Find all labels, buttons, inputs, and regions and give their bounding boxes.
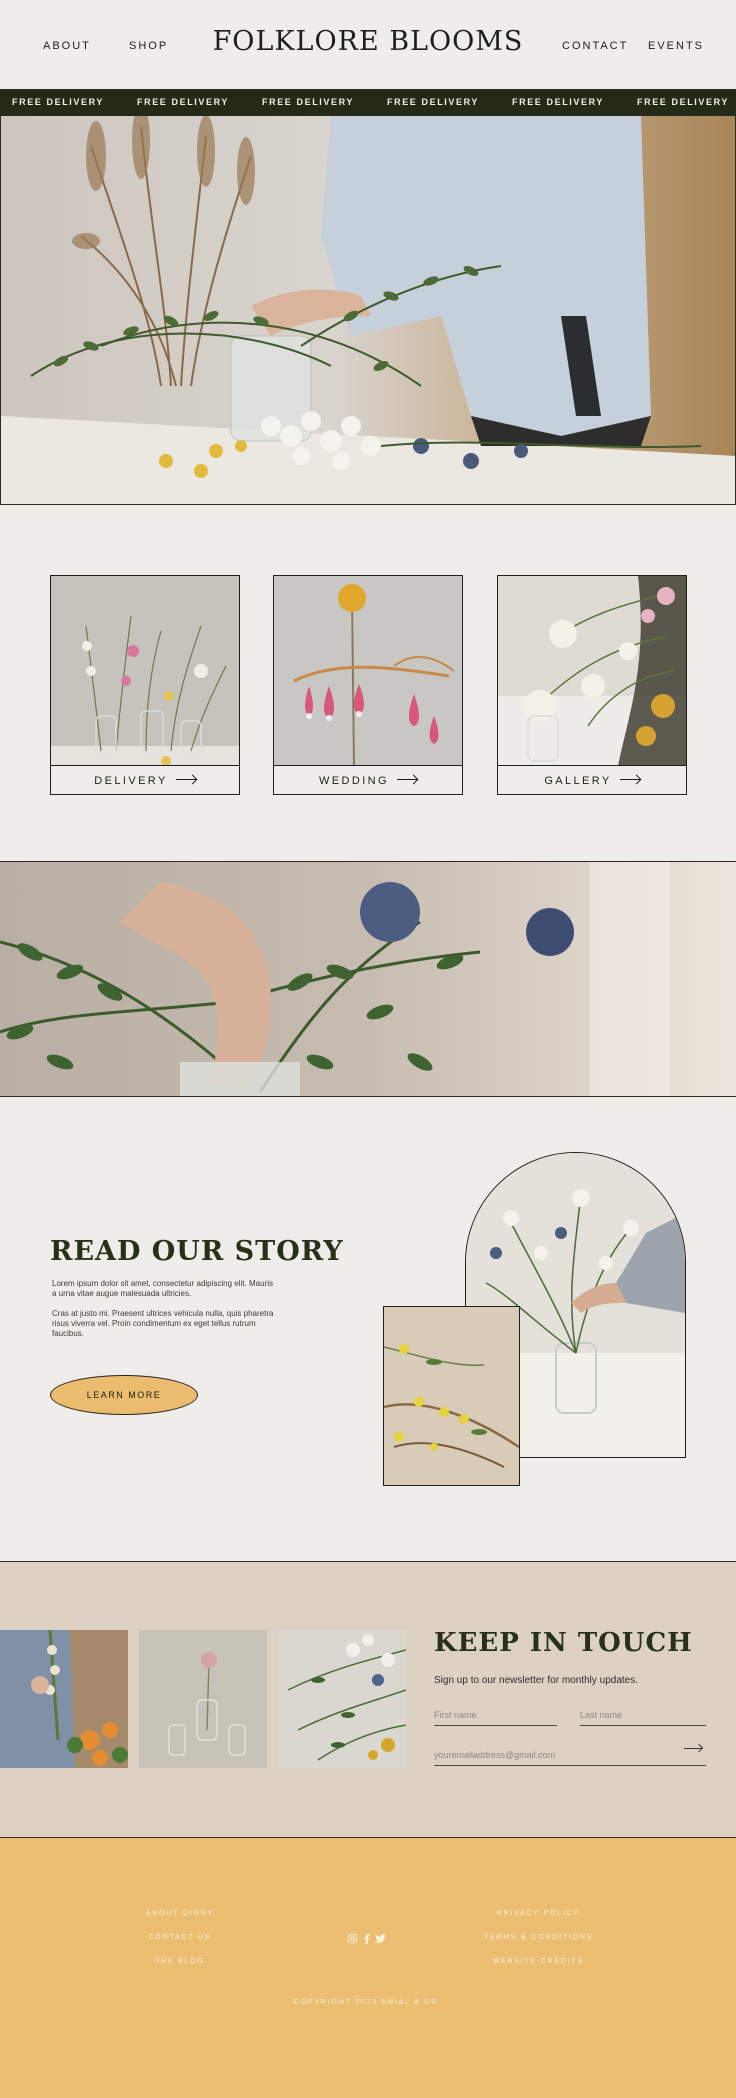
keep-in-touch-section: KEEP IN TOUCH Sign up to our newsletter … xyxy=(0,1561,736,1838)
story-paragraph-1: Lorem ipsum dolor sit amet, consectetur … xyxy=(52,1279,273,1298)
newsletter-subtitle: Sign up to our newsletter for monthly up… xyxy=(434,1675,639,1686)
wedding-card-image xyxy=(274,576,462,766)
site-header: ABOUT SHOP FOLKLORE BLOOMS CONTACT EVENT… xyxy=(0,0,736,90)
keep-in-touch-title: KEEP IN TOUCH xyxy=(434,1628,693,1658)
footer-link-credits[interactable]: WEBSITE CREDITS xyxy=(476,1958,601,1965)
story-secondary-photo xyxy=(383,1306,520,1486)
band-item: FREE DELIVERY xyxy=(262,97,354,107)
gallery-label-text: GALLERY xyxy=(544,775,612,787)
arrow-right-icon xyxy=(396,778,417,780)
band-item: FREE DELIVERY xyxy=(512,97,604,107)
footer-link-contact[interactable]: CONTACT US xyxy=(130,1934,230,1941)
nav-link-contact[interactable]: CONTACT xyxy=(562,40,628,52)
arrow-right-icon xyxy=(175,778,196,780)
newsletter-photo-1 xyxy=(0,1630,128,1768)
band-item: FREE DELIVERY xyxy=(637,97,729,107)
newsletter-photo-3 xyxy=(278,1630,406,1768)
delivery-card-label[interactable]: DELIVERY xyxy=(51,765,239,794)
first-name-field[interactable] xyxy=(434,1704,557,1726)
delivery-label-text: DELIVERY xyxy=(94,775,168,787)
band-item: FREE DELIVERY xyxy=(387,97,479,107)
story-title: READ OUR STORY xyxy=(50,1236,344,1267)
newsletter-submit-button[interactable] xyxy=(684,1742,706,1756)
wedding-label-text: WEDDING xyxy=(319,775,389,787)
newsletter-photo-2 xyxy=(139,1630,267,1768)
footer-link-blog[interactable]: THE BLOG xyxy=(130,1958,230,1965)
hero-photo xyxy=(0,115,736,505)
copyright-text: COPYRIGHT 2022 ANIAL & CO. xyxy=(293,1999,443,2006)
instagram-icon[interactable] xyxy=(348,1934,357,1945)
email-field[interactable] xyxy=(434,1744,706,1766)
wedding-card[interactable]: WEDDING xyxy=(273,575,463,795)
gallery-card-image xyxy=(498,576,686,766)
hero-flower-arrangement-image xyxy=(1,116,735,504)
arrow-right-icon xyxy=(619,778,640,780)
arranging-flowers-banner xyxy=(0,861,736,1097)
gallery-card[interactable]: GALLERY xyxy=(497,575,687,795)
wedding-card-label[interactable]: WEDDING xyxy=(274,765,462,794)
gallery-card-label[interactable]: GALLERY xyxy=(498,765,686,794)
free-delivery-band: FREE DELIVERY FREE DELIVERY FREE DELIVER… xyxy=(0,89,736,115)
learn-more-button[interactable]: LEARN MORE xyxy=(50,1375,198,1415)
facebook-icon[interactable] xyxy=(364,1934,370,1946)
band-item: FREE DELIVERY xyxy=(12,97,104,107)
delivery-card-image xyxy=(51,576,239,766)
last-name-field[interactable] xyxy=(580,1704,706,1726)
arranging-flowers-image xyxy=(0,862,736,1096)
footer-link-privacy[interactable]: PRIVACY POLICY xyxy=(476,1910,601,1917)
story-paragraph-2: Cras at justo mi. Praesent ultrices vehi… xyxy=(52,1309,274,1338)
footer-link-terms[interactable]: TERMS & CONDITIONS xyxy=(476,1934,601,1941)
delivery-card[interactable]: DELIVERY xyxy=(50,575,240,795)
band-item: FREE DELIVERY xyxy=(137,97,229,107)
footer-link-about[interactable]: ABOUT GINNY xyxy=(130,1910,230,1917)
site-footer: ABOUT GINNY CONTACT US THE BLOG PRIVACY … xyxy=(0,1838,736,2098)
twitter-icon[interactable] xyxy=(375,1934,386,1945)
nav-link-events[interactable]: EVENTS xyxy=(648,40,704,52)
